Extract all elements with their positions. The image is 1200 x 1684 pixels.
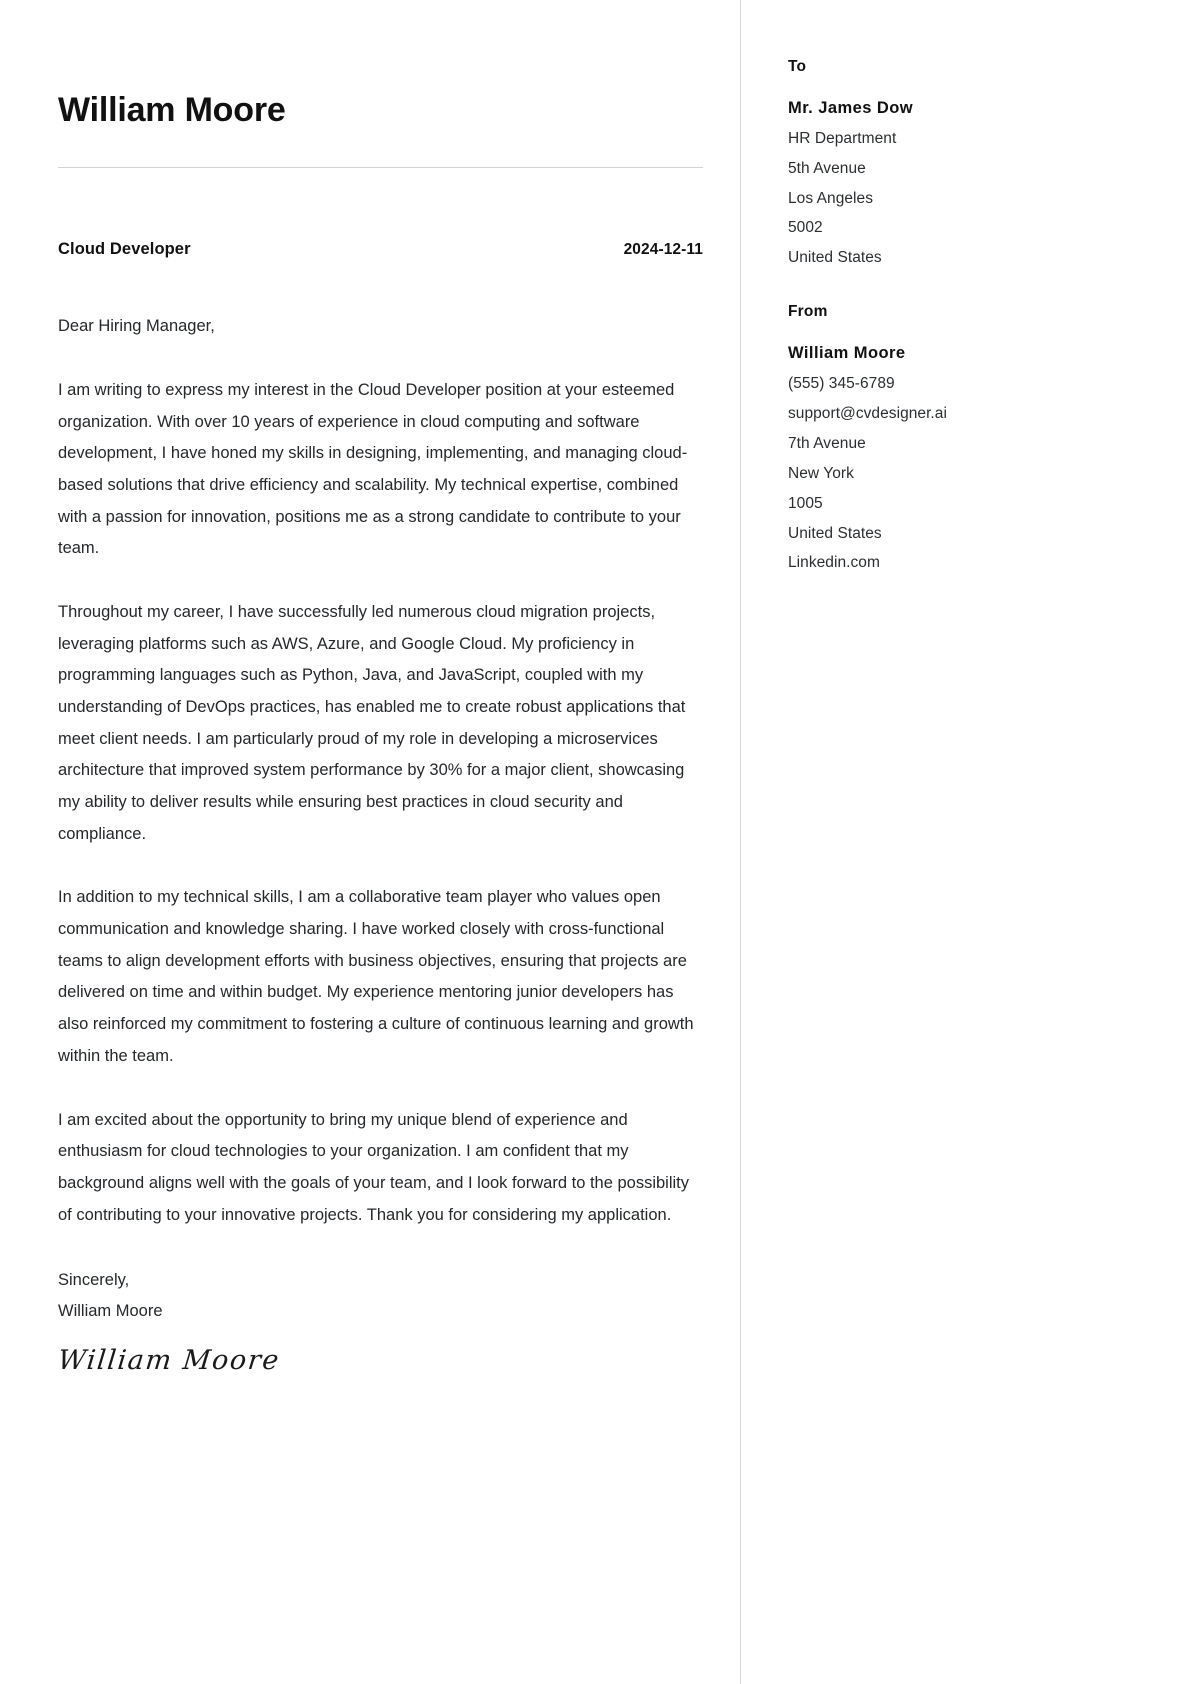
from-address-block: From William Moore (555) 345-6789 suppor…: [788, 303, 1160, 578]
handwritten-signature: William Moore: [56, 1345, 282, 1377]
cover-letter-page: William Moore Cloud Developer 2024-12-11…: [0, 0, 1200, 1684]
sender-phone: (555) 345-6789: [788, 374, 895, 392]
from-address-line: United States: [788, 524, 882, 542]
body-paragraph: In addition to my technical skills, I am…: [58, 888, 694, 1065]
to-address-line: 5002: [788, 219, 823, 237]
to-address-line: Los Angeles: [788, 189, 874, 207]
sender-email: support@cvdesigner.ai: [788, 404, 947, 422]
from-address-line: 1005: [788, 494, 823, 512]
signer-name: William Moore: [58, 1302, 163, 1321]
sender-website: Linkedin.com: [788, 554, 880, 572]
to-address-block: To Mr. James Dow HR Department 5th Avenu…: [788, 58, 1160, 273]
to-address-line: 5th Avenue: [788, 159, 866, 177]
salutation: Dear Hiring Manager,: [58, 317, 215, 336]
header-divider-rule: [58, 167, 703, 169]
from-address-line: New York: [788, 464, 854, 482]
body-paragraph: I am writing to express my interest in t…: [58, 381, 688, 558]
to-address-line: HR Department: [788, 129, 897, 147]
sender-name: William Moore: [788, 344, 906, 363]
to-address-line: United States: [788, 249, 882, 267]
job-title: Cloud Developer: [58, 240, 191, 259]
from-heading: From: [788, 303, 828, 321]
to-heading: To: [788, 58, 807, 75]
job-title-date-row: Cloud Developer 2024-12-11: [58, 240, 703, 259]
address-sidebar: To Mr. James Dow HR Department 5th Avenu…: [740, 0, 1200, 1684]
closing-block: Sincerely, William Moore: [58, 1265, 695, 1327]
from-address-line: 7th Avenue: [788, 434, 866, 452]
body-paragraph: I am excited about the opportunity to br…: [58, 1110, 690, 1224]
valediction: Sincerely,: [58, 1271, 130, 1290]
recipient-name: Mr. James Dow: [788, 99, 914, 117]
column-divider: [740, 0, 741, 1684]
letter-main-column: William Moore Cloud Developer 2024-12-11…: [0, 0, 740, 1684]
page-title: William Moore: [58, 91, 286, 129]
letter-date: 2024-12-11: [623, 241, 703, 259]
body-paragraph: Throughout my career, I have successfull…: [58, 603, 686, 843]
